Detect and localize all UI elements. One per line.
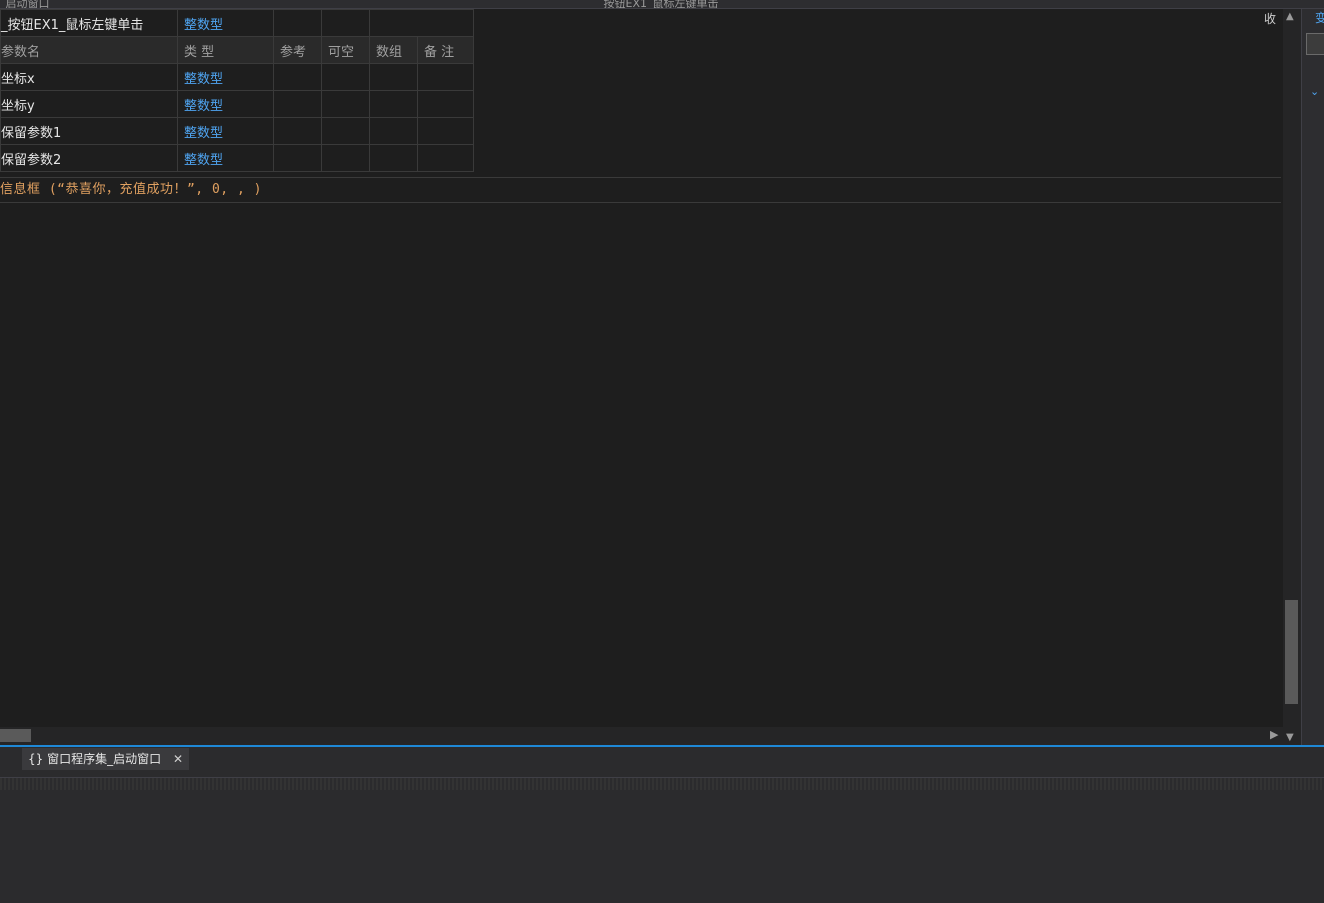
empty-cell[interactable] [369, 9, 474, 37]
param-type[interactable]: 整数型 [177, 63, 274, 91]
code-editor[interactable]: _按钮EX1_鼠标左键单击 整数型 参数名 类 型 参考 可空 数组 备 注 坐… [0, 9, 1283, 727]
param-name[interactable]: 坐标y [0, 90, 178, 118]
param-note-cell[interactable] [417, 117, 474, 145]
param-ref-cell[interactable] [273, 117, 322, 145]
close-icon[interactable]: ✕ [173, 752, 183, 766]
param-note-cell[interactable] [417, 144, 474, 172]
param-ref-cell[interactable] [273, 63, 322, 91]
nav-crumb-left[interactable]: _启动窗口 [0, 0, 50, 8]
scroll-down-icon[interactable]: ▼ [1286, 732, 1294, 743]
subroutine-table: _按钮EX1_鼠标左键单击 整数型 参数名 类 型 参考 可空 数组 备 注 坐… [0, 9, 474, 172]
nav-crumb-right[interactable]: _按钮EX1_鼠标左键单击 [598, 0, 718, 8]
side-panel-box[interactable] [1306, 33, 1324, 55]
chevron-down-icon[interactable]: ⌄ [1310, 85, 1319, 98]
vertical-scroll-thumb[interactable] [1285, 600, 1298, 704]
param-type[interactable]: 整数型 [177, 144, 274, 172]
param-nullable-cell[interactable] [321, 63, 370, 91]
param-ref-cell[interactable] [273, 144, 322, 172]
subroutine-return-type[interactable]: 整数型 [177, 9, 274, 37]
braces-icon: {} [28, 752, 44, 766]
header-array: 数组 [369, 36, 418, 64]
param-name[interactable]: 坐标x [0, 63, 178, 91]
param-nullable-cell[interactable] [321, 117, 370, 145]
header-nullable: 可空 [321, 36, 370, 64]
bottom-panel: {} 窗口程序集_启动窗口 ✕ [0, 747, 1324, 903]
empty-cell[interactable] [273, 9, 322, 37]
param-array-cell[interactable] [369, 144, 418, 172]
param-name[interactable]: 保留参数2 [0, 144, 178, 172]
side-tab-label[interactable]: 变 [1315, 9, 1324, 26]
param-header-row: 参数名 类 型 参考 可空 数组 备 注 [0, 36, 474, 64]
param-type[interactable]: 整数型 [177, 90, 274, 118]
bottom-tab-label: 窗口程序集_启动窗口 [47, 752, 162, 766]
param-nullable-cell[interactable] [321, 144, 370, 172]
horizontal-scroll-thumb[interactable] [0, 729, 31, 742]
header-ref: 参考 [273, 36, 322, 64]
top-tab-strip: _启动窗口 _按钮EX1_鼠标左键单击 [0, 0, 1324, 9]
code-line[interactable]: 信息框 (“恭喜你，充值成功！”, 0, , ) [0, 177, 1281, 203]
param-note-cell[interactable] [417, 90, 474, 118]
param-type[interactable]: 整数型 [177, 117, 274, 145]
param-array-cell[interactable] [369, 63, 418, 91]
subroutine-row[interactable]: _按钮EX1_鼠标左键单击 整数型 [0, 9, 474, 37]
param-note-cell[interactable] [417, 63, 474, 91]
right-side-panel: 变 ⌄ [1301, 9, 1324, 745]
panel-separator [0, 777, 1324, 790]
vertical-scrollbar[interactable]: ▲ ▼ [1283, 9, 1301, 745]
collapse-button[interactable]: 收 [1264, 10, 1276, 27]
param-array-cell[interactable] [369, 90, 418, 118]
subroutine-name[interactable]: _按钮EX1_鼠标左键单击 [0, 9, 178, 37]
param-ref-cell[interactable] [273, 90, 322, 118]
param-row[interactable]: 保留参数2 整数型 [0, 144, 474, 172]
scroll-up-icon[interactable]: ▲ [1286, 11, 1294, 22]
param-array-cell[interactable] [369, 117, 418, 145]
param-nullable-cell[interactable] [321, 90, 370, 118]
param-name[interactable]: 保留参数1 [0, 117, 178, 145]
param-row[interactable]: 保留参数1 整数型 [0, 117, 474, 145]
empty-cell[interactable] [321, 9, 370, 37]
header-param-name: 参数名 [0, 36, 178, 64]
horizontal-scrollbar[interactable]: ▶ [0, 727, 1283, 745]
param-row[interactable]: 坐标y 整数型 [0, 90, 474, 118]
bottom-tab-startup-window[interactable]: {} 窗口程序集_启动窗口 ✕ [22, 748, 190, 770]
header-type: 类 型 [177, 36, 274, 64]
param-row[interactable]: 坐标x 整数型 [0, 63, 474, 91]
scroll-right-icon[interactable]: ▶ [1270, 728, 1278, 741]
header-note: 备 注 [417, 36, 474, 64]
